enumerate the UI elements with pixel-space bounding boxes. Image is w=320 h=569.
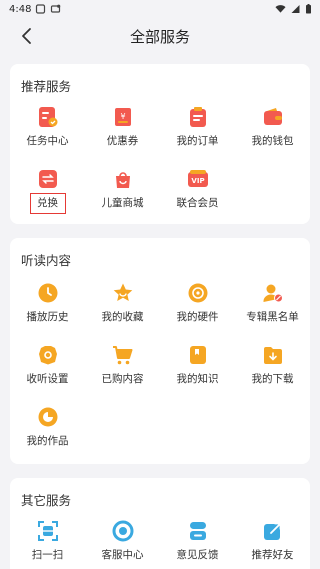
listen-settings-icon [38,346,57,365]
works-icon [38,407,57,427]
service-item-label: 兑换 [37,197,58,209]
service-item-label: 我的钱包 [251,135,294,147]
history-icon [38,283,57,303]
downloads-icon [263,347,282,364]
message-icon [51,4,61,13]
orders-icon [189,107,206,127]
vip-icon: VIP [187,170,208,187]
service-item-customer-service[interactable]: 客服中心 [85,518,160,568]
service-item-play-history[interactable]: 播放历史 [10,280,85,330]
service-item-hardware[interactable]: 我的硬件 [160,280,235,330]
service-item-label: 我的知识 [176,373,219,385]
service-item-label: 已购内容 [101,373,144,385]
vip-badge-text: VIP [191,177,204,185]
service-item-label: 客服中心 [101,549,144,561]
service-item-task-center[interactable]: 任务中心 [10,104,85,154]
notification-icon [36,4,46,14]
wallet-icon [263,108,282,125]
status-time: 4:48 [9,3,32,15]
service-item-knowledge[interactable]: 我的知识 [160,342,235,392]
service-item-label: 收听设置 [26,373,69,385]
service-item-wallet[interactable]: 我的钱包 [235,104,310,154]
favorites-icon [113,283,132,301]
recommended-services-card: 推荐服务 任务中心 ¥ 优惠券 我的订单 我的钱包 兑换 儿童商城 VIP 联合… [10,64,310,224]
section-title-recommended: 推荐服务 [21,79,72,94]
header: 全部服务 [0,18,320,54]
service-item-label: 任务中心 [26,135,69,147]
other-services-card: 其它服务 扫一扫 客服中心 意见反馈 推荐好友 [10,478,310,569]
scan-icon [37,521,58,541]
service-item-downloads[interactable]: 我的下载 [235,342,310,392]
back-arrow-icon [22,28,31,44]
service-item-joint-vip[interactable]: VIP 联合会员 [160,166,235,216]
listening-content-card: 听读内容 播放历史 我的收藏 我的硬件 专辑黑名单 收听设置 已购内容 我的知识… [10,238,310,464]
page-title: 全部服务 [129,27,190,46]
exchange-icon [38,170,57,188]
section-title-listening: 听读内容 [21,253,72,268]
wifi-icon [275,5,286,13]
service-item-label: 专辑黑名单 [246,311,299,323]
service-item-label: 我的硬件 [176,311,219,323]
hardware-icon [188,283,207,303]
svg-text:¥: ¥ [120,112,125,121]
service-item-label: 播放历史 [26,311,69,323]
service-item-label: 儿童商城 [101,197,144,209]
feedback-icon [189,522,206,540]
service-item-label: 意见反馈 [176,549,219,561]
back-button[interactable] [14,24,38,48]
signal-icon [291,5,300,13]
kids-mall-icon [115,172,130,188]
service-item-recommend-friends[interactable]: 推荐好友 [235,518,310,568]
service-item-label: 联合会员 [176,197,219,209]
album-blacklist-icon [262,284,283,303]
customer-service-icon [112,520,133,542]
service-item-label: 我的收藏 [101,311,144,323]
service-item-orders[interactable]: 我的订单 [160,104,235,154]
service-item-coupon[interactable]: ¥ 优惠券 [85,104,160,154]
purchased-icon [112,346,132,365]
knowledge-icon [189,346,206,364]
service-item-label: 我的订单 [176,135,219,147]
service-item-purchased[interactable]: 已购内容 [85,342,160,392]
service-item-works[interactable]: 我的作品 [10,404,85,454]
service-item-favorites[interactable]: 我的收藏 [85,280,160,330]
status-bar: 4:48 [0,0,320,18]
service-item-scan[interactable]: 扫一扫 [10,518,85,568]
section-title-other: 其它服务 [21,493,72,508]
service-item-exchange[interactable]: 兑换 [10,166,85,216]
service-item-label: 扫一扫 [31,549,64,561]
service-item-listen-settings[interactable]: 收听设置 [10,342,85,392]
share-icon [263,522,281,540]
service-item-kids-mall[interactable]: 儿童商城 [85,166,160,216]
service-item-label: 我的作品 [26,435,69,447]
battery-icon [306,4,311,14]
service-item-album-blacklist[interactable]: 专辑黑名单 [235,280,310,330]
service-item-label: 我的下载 [251,373,294,385]
service-item-label: 优惠券 [106,135,139,147]
coupon-icon: ¥ [112,108,133,126]
task-center-icon [38,107,57,127]
service-item-feedback[interactable]: 意见反馈 [160,518,235,568]
service-item-label: 推荐好友 [251,549,294,561]
